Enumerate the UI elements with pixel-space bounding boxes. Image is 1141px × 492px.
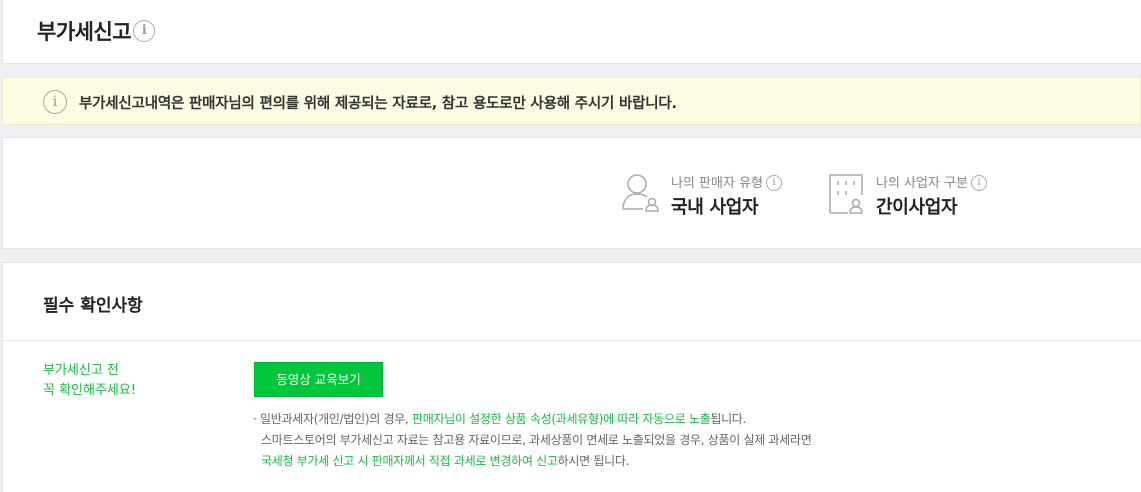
seller-type-label: 나의 판매자 유형 i (671, 172, 782, 192)
description-line: · 일반과세자(개인/법인)의 경우, 판매자님이 설정한 상품 속성(과세유형… (253, 409, 811, 430)
seller-type-value: 국내 사업자 (671, 197, 759, 218)
required-check-panel: 필수 확인사항 부가세신고 전 꼭 확인해주세요! 동영상 교육보기 · 일반과… (2, 262, 1141, 492)
business-type-label-text: 나의 사업자 구분 (876, 176, 968, 191)
video-education-button[interactable]: 동영상 교육보기 (254, 362, 383, 397)
page-header: 부가세신고 i (2, 0, 1141, 64)
description-highlight: 국세청 부가세 신고 시 판매자께서 직접 과세로 변경하여 신고 (261, 454, 558, 468)
info-icon[interactable]: i (971, 174, 987, 191)
person-icon (622, 174, 659, 212)
divider (3, 340, 1141, 341)
side-note: 부가세신고 전 꼭 확인해주세요! (43, 361, 136, 401)
seller-type-label-text: 나의 판매자 유형 (671, 176, 763, 191)
info-icon[interactable]: i (133, 20, 156, 42)
side-note-line: 부가세신고 전 (43, 363, 119, 378)
info-icon[interactable]: i (766, 174, 782, 191)
side-note-line: 꼭 확인해주세요! (43, 383, 137, 398)
description-text: · 일반과세자(개인/법인)의 경우, (253, 412, 412, 426)
seller-info-panel: 나의 판매자 유형 i 국내 사업자 나의 사업자 구분 i 간이사업자 (2, 137, 1141, 249)
business-type-value: 간이사업자 (876, 197, 958, 218)
business-type-label: 나의 사업자 구분 i (876, 172, 987, 192)
building-icon (829, 174, 863, 214)
section-title: 필수 확인사항 (43, 296, 143, 316)
page-title-text: 부가세신고 (37, 20, 132, 44)
description-text: 하시면 됩니다. (557, 454, 630, 468)
description: · 일반과세자(개인/법인)의 경우, 판매자님이 설정한 상품 속성(과세유형… (253, 409, 812, 472)
description-text: 됩니다. (710, 412, 747, 426)
notice-banner: i 부가세신고내역은 판매자님의 편의를 위해 제공되는 자료로, 참고 용도로… (2, 77, 1141, 125)
description-line: 국세청 부가세 신고 시 판매자께서 직접 과세로 변경하여 신고하시면 됩니다… (253, 451, 811, 472)
notice-text: 부가세신고내역은 판매자님의 편의를 위해 제공되는 자료로, 참고 용도로만 … (79, 96, 677, 112)
description-line: 스마트스토어의 부가세신고 자료는 참고용 자료이므로, 과세상품이 면세로 노… (261, 433, 812, 447)
page-title: 부가세신고 i (37, 16, 156, 46)
description-highlight: 판매자님이 설정한 상품 속성(과세유형)에 따라 자동으로 노출 (411, 412, 711, 426)
info-icon: i (43, 90, 67, 114)
